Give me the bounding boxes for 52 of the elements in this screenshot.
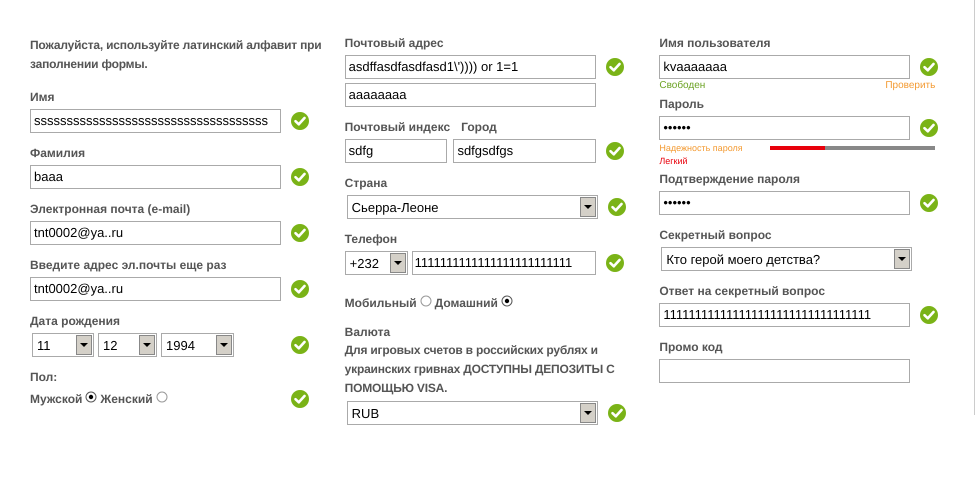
instruction-text: Пожалуйста, используйте латинский алфавит при заполнении формы. [30, 37, 322, 73]
field-label: Фамилия [30, 146, 86, 160]
input-field[interactable]: 1111111111111111111111111 [412, 251, 596, 275]
input-field[interactable]: tnt0002@ya..ru [30, 221, 281, 245]
radio-label: Мужской [30, 392, 82, 406]
field-label: Город [461, 120, 497, 134]
input-field[interactable]: •••••• [659, 191, 910, 215]
field-label: Пароль [659, 97, 706, 111]
field-label: Секретный вопрос [659, 228, 773, 242]
dropdown[interactable]: 12 [98, 333, 157, 357]
dropdown[interactable]: RUB [346, 401, 598, 425]
field-label: Почтовый индекс [344, 120, 450, 134]
radio-label: Мобильный [344, 296, 417, 310]
field-label: Имя пользователя [659, 36, 772, 50]
input-field[interactable]: sdfg [344, 139, 448, 163]
radio-button[interactable] [85, 390, 98, 402]
input-field[interactable]: tnt0002@ya..ru [30, 277, 281, 301]
field-label: Электронная почта (e-mail) [30, 202, 192, 216]
currency-note: Для игровых счетов в российских рублях и украинских гривнах ДОСТУПНЫ ДЕПОЗИТЫ С ПОМОЩЬЮ VISA. [344, 342, 616, 397]
input-field[interactable]: •••••• [659, 116, 910, 140]
field-label: Подтверждение пароля [659, 172, 802, 186]
field-label: Почтовый адрес [344, 36, 444, 50]
input-field[interactable]: sdfgsdfgs [453, 139, 596, 163]
field-label: Пол: [30, 370, 58, 384]
strength-label: Надежность пароля [659, 143, 743, 153]
dropdown[interactable]: 1994 [161, 333, 234, 357]
field-label: Валюта [344, 325, 392, 339]
field-label: Страна [344, 176, 388, 190]
input-field[interactable]: ssssssssssssssssssssssssssssssssssss [30, 109, 281, 133]
input-field[interactable]: aaaaaaaa [344, 83, 596, 107]
radio-button[interactable] [500, 294, 513, 306]
input-field[interactable]: baaa [30, 165, 281, 189]
strength-text: Легкий [659, 156, 689, 166]
dropdown[interactable]: Сьерра-Леоне [346, 195, 598, 219]
dropdown[interactable]: +232 [344, 251, 408, 275]
field-label: Имя [30, 90, 56, 104]
dropdown[interactable]: 11 [32, 333, 94, 357]
field-label: Введите адрес эл.почты еще раз [30, 258, 228, 272]
radio-label: Женский [100, 392, 153, 406]
input-field[interactable]: 111111111111111111111111111111111 [659, 303, 910, 327]
dropdown[interactable]: Кто герой моего детства? [661, 247, 912, 271]
availability-status: Свободен [659, 80, 706, 91]
field-label: Промо код [659, 340, 724, 354]
radio-label: Домашний [434, 296, 498, 310]
input-field[interactable] [659, 359, 910, 383]
input-field[interactable]: kvaaaaaaa [659, 55, 910, 79]
radio-button[interactable] [156, 390, 168, 402]
field-label: Дата рождения [30, 314, 122, 328]
radio-button[interactable] [420, 294, 432, 306]
input-field[interactable]: asdffasdfasdfasd1\')))) or 1=1 [344, 55, 596, 79]
field-label: Ответ на секретный вопрос [659, 284, 826, 298]
field-label: Телефон [344, 232, 398, 246]
